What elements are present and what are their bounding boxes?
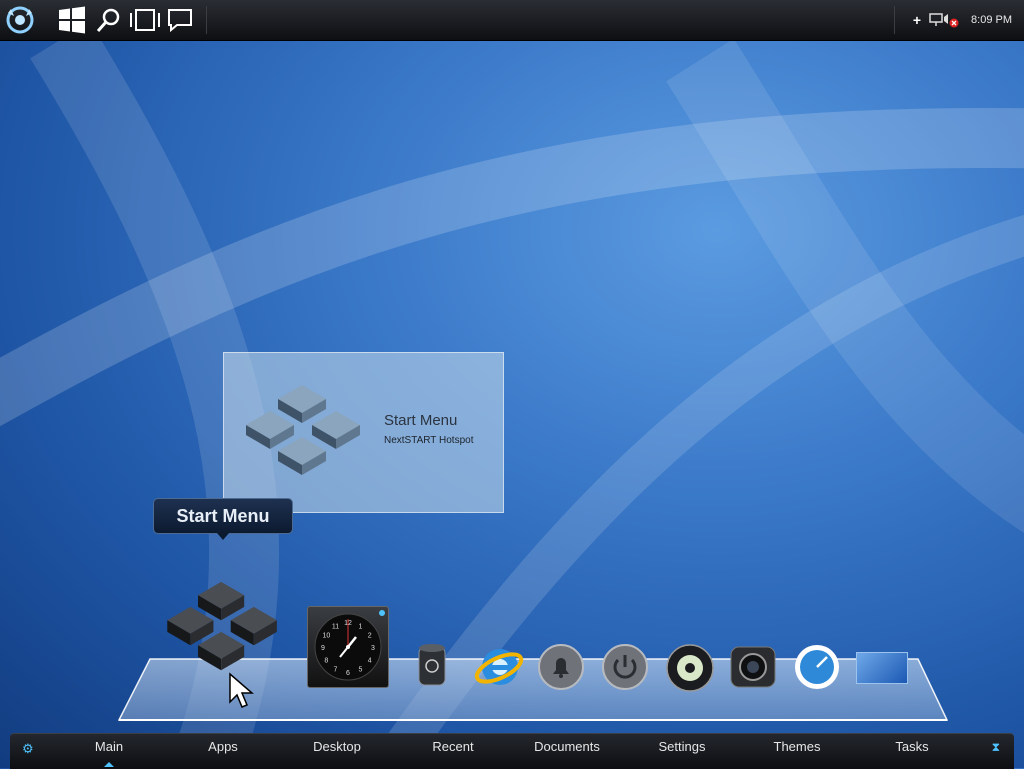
top-bar: + 8:09 PM	[0, 0, 1024, 41]
hotspot-preview-card: Start Menu NextSTART Hotspot	[223, 352, 504, 513]
system-tray: + 8:09 PM	[893, 6, 1024, 34]
mouse-cursor-icon	[229, 672, 254, 708]
clock-face: 121234567891011	[314, 613, 382, 681]
internet-explorer-icon[interactable]	[472, 640, 526, 694]
widget-badge	[379, 610, 385, 616]
nextstart-logo-icon[interactable]	[2, 4, 38, 36]
clock-numeral: 3	[371, 645, 375, 652]
clock-numeral: 1	[359, 623, 363, 630]
hotspot-subtitle: NextSTART Hotspot	[384, 435, 474, 446]
plus-icon[interactable]: +	[913, 12, 921, 28]
gear-icon[interactable]: ⚙	[22, 741, 34, 757]
clock-numeral: 6	[346, 670, 350, 677]
clock-numeral: 4	[368, 658, 372, 665]
windows-icon[interactable]	[54, 4, 90, 36]
tab-documents[interactable]: Documents	[534, 739, 600, 754]
clock-numeral: 9	[321, 645, 325, 652]
desktop-thumbnail-icon[interactable]	[856, 652, 908, 684]
task-view-icon[interactable]	[127, 4, 163, 36]
search-icon[interactable]	[92, 4, 124, 36]
volume-muted-icon[interactable]	[949, 18, 959, 28]
active-tab-indicator	[104, 762, 114, 767]
clock-numeral: 2	[368, 633, 372, 640]
network-icon[interactable]	[929, 12, 951, 28]
hotspot-title: Start Menu	[384, 412, 458, 429]
clock-numeral: 10	[322, 633, 330, 640]
tab-recent[interactable]: Recent	[432, 739, 473, 754]
clock-numeral: 7	[334, 667, 338, 674]
clock-widget[interactable]: 121234567891011	[307, 606, 389, 688]
tab-tasks[interactable]: Tasks	[895, 739, 928, 754]
media-player-icon[interactable]	[664, 642, 716, 694]
power-icon[interactable]	[600, 642, 650, 692]
clock-numeral: 8	[324, 658, 328, 665]
tab-desktop[interactable]: Desktop	[313, 739, 361, 754]
start-menu-grid-icon	[246, 385, 360, 475]
clock-numeral: 5	[359, 667, 363, 674]
collapse-icon[interactable]: ⧗	[992, 740, 1000, 755]
camera-icon[interactable]	[728, 642, 778, 692]
tab-themes[interactable]: Themes	[774, 739, 821, 754]
notifications-bell-icon[interactable]	[536, 642, 586, 692]
tab-settings[interactable]: Settings	[659, 739, 706, 754]
tab-apps[interactable]: Apps	[208, 739, 238, 754]
start-menu-icon[interactable]	[160, 578, 288, 678]
speedometer-icon[interactable]	[792, 642, 842, 692]
chat-icon[interactable]	[164, 4, 196, 36]
dock-item-tooltip: Start Menu	[153, 498, 293, 540]
topbar-divider	[206, 6, 207, 34]
tab-main[interactable]: Main	[95, 739, 123, 754]
recycle-bin-icon[interactable]	[414, 640, 450, 690]
clock-text[interactable]: 8:09 PM	[971, 14, 1012, 26]
bottom-nav-bar: ⚙ Main Apps Desktop Recent Documents Set…	[10, 733, 1014, 769]
clock-numeral: 11	[332, 623, 339, 630]
